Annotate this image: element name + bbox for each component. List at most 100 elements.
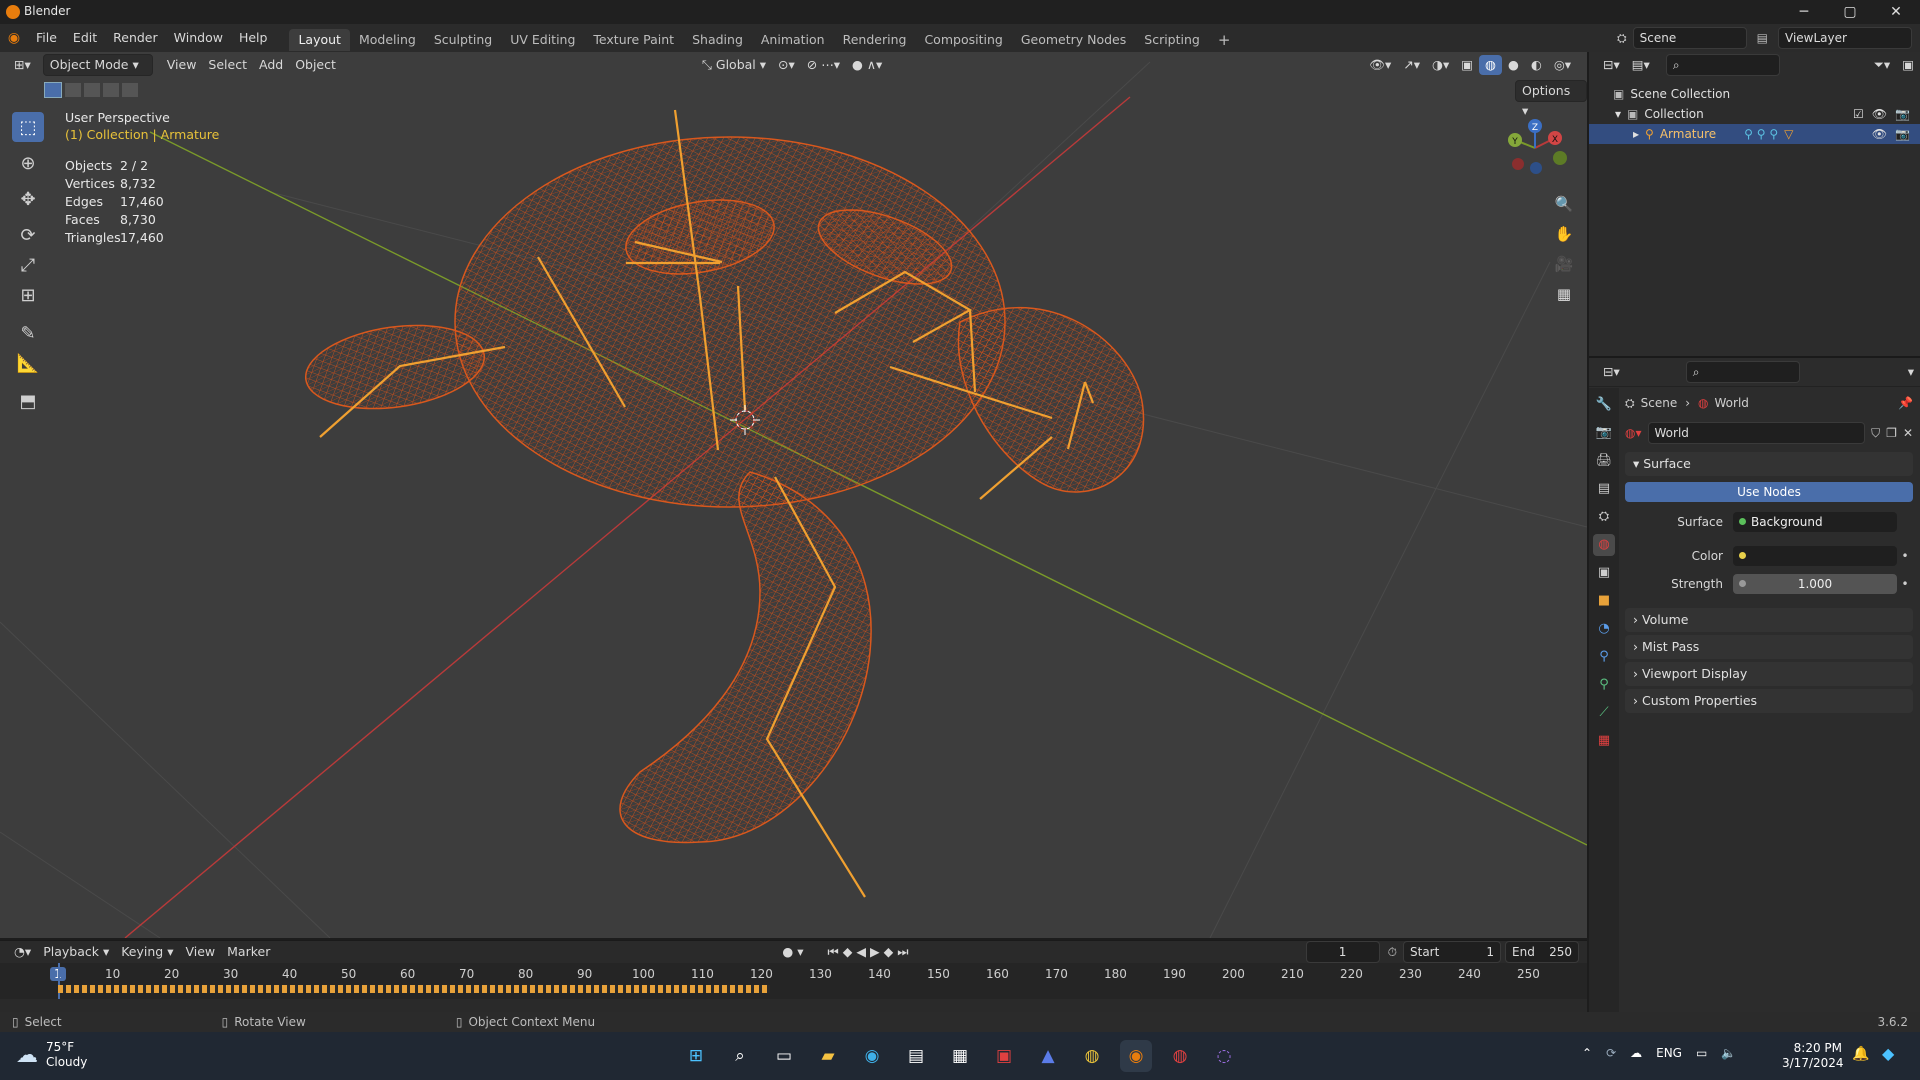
volume-icon[interactable]: 🔈 bbox=[1721, 1046, 1736, 1060]
properties-search-input[interactable]: ⌕ bbox=[1685, 361, 1800, 383]
properties-options-icon[interactable]: ▾ bbox=[1902, 362, 1920, 382]
pin-icon[interactable]: 📌 bbox=[1898, 396, 1913, 410]
render-camera-icon[interactable]: 📷 bbox=[1895, 124, 1910, 144]
store-icon[interactable]: ▦ bbox=[944, 1040, 976, 1072]
material-shading-icon[interactable]: ◐ bbox=[1525, 55, 1548, 75]
proportional-edit-icon[interactable]: ● ∧▾ bbox=[846, 55, 888, 75]
outliner-search-input[interactable]: ⌕ bbox=[1665, 54, 1780, 76]
scene-field[interactable]: Scene bbox=[1632, 27, 1747, 49]
3d-viewport[interactable]: ⊞▾ Object Mode ▾ View Select Add Object … bbox=[0, 52, 1589, 938]
mist-pass-panel-header[interactable]: › Mist Pass bbox=[1625, 635, 1913, 659]
outliner-collection[interactable]: ▾ ▣ Collection ☑ 👁 📷 bbox=[1589, 104, 1920, 124]
stopwatch-icon[interactable]: ⏱ bbox=[1388, 945, 1397, 960]
custom-properties-panel-header[interactable]: › Custom Properties bbox=[1625, 689, 1913, 713]
render-camera-icon[interactable]: 📷 bbox=[1895, 104, 1910, 124]
marker-menu[interactable]: Marker bbox=[221, 942, 276, 962]
camera-view-icon[interactable]: 🎥 bbox=[1552, 252, 1576, 276]
constraints-tab-icon[interactable]: ⚲ bbox=[1593, 646, 1615, 668]
notepad-icon[interactable]: ▤ bbox=[900, 1040, 932, 1072]
strength-field[interactable]: 1.000 bbox=[1733, 574, 1897, 594]
surface-shader-field[interactable]: Background bbox=[1733, 512, 1897, 532]
snap-icon[interactable]: ⊘ ⋯▾ bbox=[801, 55, 846, 75]
filter-icon[interactable]: ⏷▾ bbox=[1868, 55, 1896, 75]
world-tab-icon[interactable]: ◍ bbox=[1593, 534, 1615, 556]
auto-key-icon[interactable]: ● ▾ bbox=[776, 942, 809, 962]
viewport-display-panel-header[interactable]: › Viewport Display bbox=[1625, 662, 1913, 686]
select-extend-icon[interactable] bbox=[65, 83, 81, 97]
editor-type-icon[interactable]: ⊞▾ bbox=[8, 55, 37, 75]
cursor-tool-icon[interactable]: ⊕ bbox=[12, 148, 44, 178]
visibility-eye-icon[interactable]: 👁 bbox=[1872, 104, 1887, 124]
output-tab-icon[interactable]: 🖨 bbox=[1593, 450, 1615, 472]
navigation-gizmo[interactable]: X Y Z bbox=[1498, 118, 1570, 180]
tab-layout[interactable]: Layout bbox=[289, 28, 350, 51]
current-frame-field[interactable]: 1 bbox=[1305, 941, 1380, 963]
office-app-icon[interactable]: ▣ bbox=[988, 1040, 1020, 1072]
duplicate-icon[interactable]: ❐ bbox=[1886, 426, 1897, 440]
object-menu[interactable]: Object bbox=[289, 55, 342, 75]
world-browse-icon[interactable]: ◍▾ bbox=[1625, 426, 1642, 440]
volume-panel-header[interactable]: › Volume bbox=[1625, 608, 1913, 632]
search-icon[interactable]: ⌕ bbox=[724, 1040, 756, 1072]
properties-editor-icon[interactable]: ⊟▾ bbox=[1597, 362, 1626, 382]
tab-geometry-nodes[interactable]: Geometry Nodes bbox=[1012, 29, 1135, 51]
scale-tool-icon[interactable]: ⤢ bbox=[12, 250, 44, 280]
modifiers-tab-icon[interactable]: ◔ bbox=[1593, 618, 1615, 640]
task-view-icon[interactable]: ▭ bbox=[768, 1040, 800, 1072]
tab-scripting[interactable]: Scripting bbox=[1135, 29, 1209, 51]
view-layer-icon[interactable]: ▤ bbox=[1757, 31, 1768, 45]
maximize-button[interactable]: ▢ bbox=[1830, 2, 1870, 22]
playback-controls[interactable]: ⏮◆◀▶◆⏭ bbox=[822, 942, 919, 962]
add-cube-tool-icon[interactable]: ⬒ bbox=[12, 386, 44, 416]
select-new-icon[interactable] bbox=[44, 82, 62, 98]
display-mode-icon[interactable]: ▤▾ bbox=[1626, 55, 1656, 75]
overlay-toggle-icon[interactable]: ◑▾ bbox=[1426, 55, 1455, 75]
move-tool-icon[interactable]: ✥ bbox=[12, 184, 44, 214]
keyframe-dot-icon[interactable]: • bbox=[1897, 549, 1913, 563]
world-name-field[interactable]: World bbox=[1647, 422, 1866, 444]
tab-texture-paint[interactable]: Texture Paint bbox=[584, 29, 683, 51]
use-nodes-button[interactable]: Use Nodes bbox=[1625, 482, 1913, 502]
tab-sculpting[interactable]: Sculpting bbox=[425, 29, 501, 51]
zoom-icon[interactable]: 🔍 bbox=[1552, 192, 1576, 216]
menu-edit[interactable]: Edit bbox=[65, 24, 105, 52]
add-workspace-button[interactable]: + bbox=[1209, 29, 1240, 51]
expand-chevron-icon[interactable]: ▸ bbox=[1633, 124, 1639, 144]
tab-shading[interactable]: Shading bbox=[683, 29, 752, 51]
weather-widget[interactable]: ☁ 75°F Cloudy bbox=[16, 1040, 87, 1070]
xray-toggle-icon[interactable]: ▣ bbox=[1455, 55, 1479, 75]
gizmo-toggle-icon[interactable]: ↗▾ bbox=[1397, 55, 1426, 75]
scene-tab-icon[interactable]: ⛭ bbox=[1593, 506, 1615, 528]
end-frame-field[interactable]: End 250 bbox=[1505, 941, 1579, 963]
view-layer-field[interactable]: ViewLayer bbox=[1778, 27, 1912, 49]
grid-toggle-icon[interactable]: ▦ bbox=[1552, 282, 1576, 306]
select-intersect-icon[interactable] bbox=[122, 83, 138, 97]
viewport-canvas[interactable] bbox=[0, 52, 1587, 938]
view-menu[interactable]: View bbox=[161, 55, 203, 75]
tab-animation[interactable]: Animation bbox=[752, 29, 834, 51]
annotate-tool-icon[interactable]: ✎ bbox=[12, 318, 44, 348]
keyframe-strip[interactable] bbox=[58, 985, 770, 993]
mail-app-icon[interactable]: ▲ bbox=[1032, 1040, 1064, 1072]
playback-menu[interactable]: Playback ▾ bbox=[37, 942, 115, 962]
blender-taskbar-icon[interactable]: ◉ bbox=[1120, 1040, 1152, 1072]
pivot-icon[interactable]: ⊙▾ bbox=[772, 55, 801, 75]
data-tab-icon[interactable]: ⚲ bbox=[1593, 674, 1615, 696]
texture-tab-icon[interactable]: ▦ bbox=[1593, 730, 1615, 752]
armature-data-icon[interactable]: ⚲ ⚲ ⚲ bbox=[1744, 124, 1778, 144]
minimize-button[interactable]: ─ bbox=[1784, 2, 1824, 22]
edge-browser-icon[interactable]: ◉ bbox=[856, 1040, 888, 1072]
render-tab-icon[interactable]: 📷 bbox=[1593, 422, 1615, 444]
select-subtract-icon[interactable] bbox=[84, 83, 100, 97]
transform-tool-icon[interactable]: ⊞ bbox=[12, 280, 44, 310]
file-explorer-icon[interactable]: ▰ bbox=[812, 1040, 844, 1072]
modifier-icon[interactable]: ▽ bbox=[1784, 124, 1793, 144]
pan-hand-icon[interactable]: ✋ bbox=[1552, 222, 1576, 246]
outliner-scene-collection[interactable]: ▣ Scene Collection bbox=[1589, 84, 1920, 104]
tab-rendering[interactable]: Rendering bbox=[834, 29, 916, 51]
onedrive-cloud-icon[interactable]: ☁ bbox=[1630, 1046, 1642, 1060]
chrome-profile-icon[interactable]: ◍ bbox=[1164, 1040, 1196, 1072]
menu-window[interactable]: Window bbox=[166, 24, 231, 52]
outliner-editor-icon[interactable]: ⊟▾ bbox=[1597, 55, 1626, 75]
measure-tool-icon[interactable]: 📐 bbox=[12, 348, 44, 378]
